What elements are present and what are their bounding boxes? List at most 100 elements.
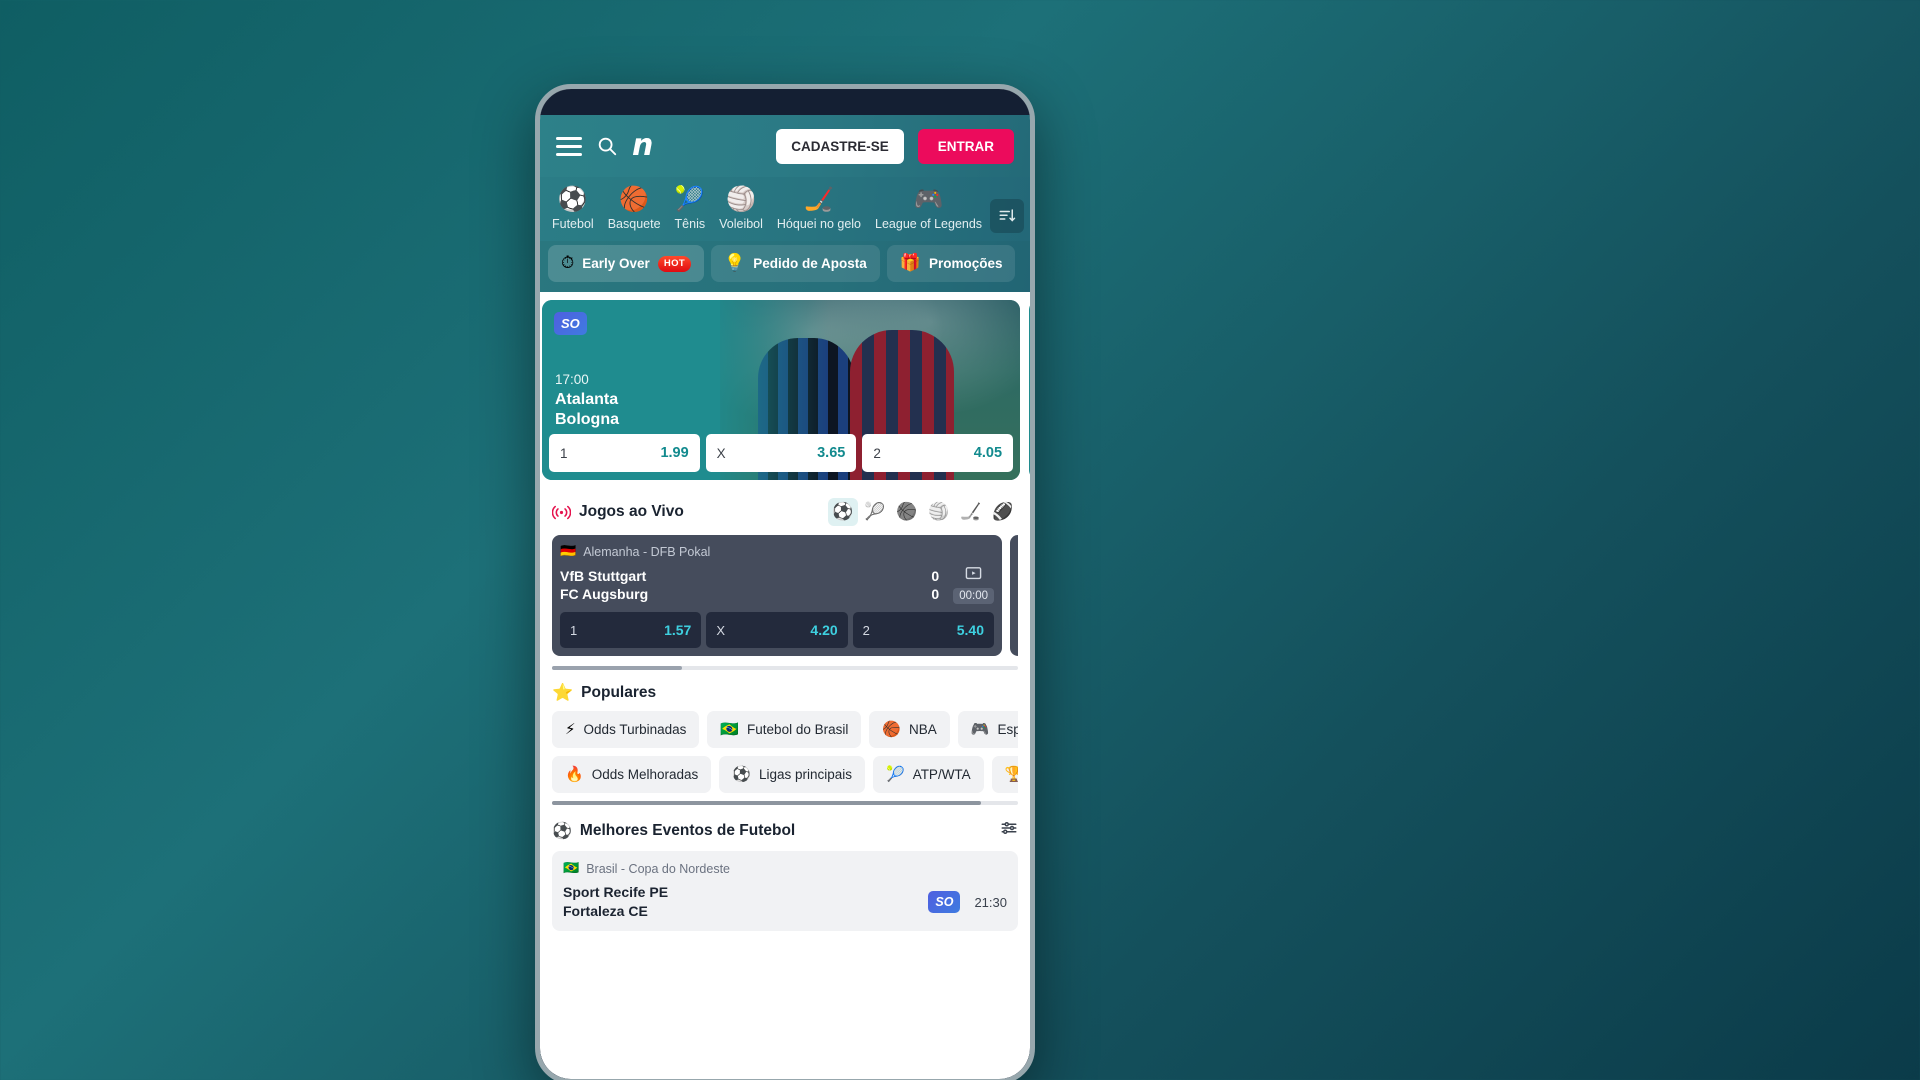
soccer-filter-icon[interactable]: ⚽: [828, 498, 858, 526]
chip-apostas-longo-prazo[interactable]: 🏆 Apostas a longo prazo: [991, 756, 1018, 793]
sport-item-voleibol[interactable]: 🏐 Voleibol: [719, 185, 763, 231]
match-time: 17:00: [555, 372, 589, 387]
phone-screen: n CADASTRE-SE ENTRAR ⚽ Futebol 🏀 Basquet…: [540, 89, 1030, 1079]
sport-item-tenis[interactable]: 🎾 Tênis: [675, 185, 706, 231]
hot-badge: HOT: [657, 255, 692, 272]
sport-item-basquete[interactable]: 🏀 Basquete: [608, 185, 661, 231]
chip-odds-melhoradas[interactable]: 🔥 Odds Melhoradas: [552, 756, 712, 793]
populares-row-1: ⚡ Odds Turbinadas 🇧🇷 Futebol do Brasil 🏀…: [552, 711, 1018, 748]
search-icon[interactable]: [596, 135, 618, 157]
live-section-header: Jogos ao Vivo ⚽ 🎾 🏀 🏐 🏒 🏈: [552, 498, 1018, 526]
live-match-card[interactable]: 🇩🇪 Alemanha - DFB Pokal VfB Stuttgart FC…: [552, 535, 1002, 656]
basketball-filter-icon[interactable]: 🏀: [892, 498, 922, 526]
tennis-ball-icon: 🎾: [674, 185, 705, 213]
home-team-name: Sport Recife PE: [563, 884, 669, 900]
hockey-filter-icon[interactable]: 🏒: [956, 498, 986, 526]
promo-tab-pedido-de-aposta[interactable]: 💡 Pedido de Aposta: [711, 245, 880, 282]
sport-label: Hóquei no gelo: [776, 217, 862, 231]
sport-label: Futebol: [552, 217, 594, 231]
featured-match-card[interactable]: SO 17:00 Atalanta Bologna 1 1.99 X 3.65: [542, 300, 1020, 480]
event-league-row: 🇧🇷 Brasil - Copa do Nordeste: [563, 861, 1007, 876]
volleyball-filter-icon[interactable]: 🏐: [924, 498, 954, 526]
football-filter-icon[interactable]: 🏈: [988, 498, 1018, 526]
sort-icon[interactable]: [990, 199, 1024, 233]
live-match-card-next[interactable]: 🇫🇷 Fr Lille USL 1: [1010, 535, 1018, 656]
chip-label: Odds Turbinadas: [583, 722, 687, 737]
tennis-filter-icon[interactable]: 🎾: [860, 498, 890, 526]
promo-tab-label: Promoções: [928, 256, 1003, 271]
tv-stream-icon[interactable]: [953, 566, 994, 585]
odd-key: 1: [560, 445, 568, 461]
live-carousel-scrollbar[interactable]: [552, 666, 1018, 670]
login-button[interactable]: ENTRAR: [917, 128, 1014, 164]
odd-button-draw[interactable]: X 4.20: [706, 612, 848, 648]
chip-futebol-do-brasil[interactable]: 🇧🇷 Futebol do Brasil: [707, 711, 862, 748]
promo-tab-early-over[interactable]: ⏱ Early Over HOT: [548, 245, 705, 282]
odd-button-away[interactable]: 2 4.05: [862, 434, 1014, 472]
odd-value: 1.99: [660, 445, 689, 461]
odd-button-home[interactable]: 1 1.57: [560, 612, 702, 648]
so-badge: SO: [554, 312, 587, 335]
live-games-section: Jogos ao Vivo ⚽ 🎾 🏀 🏐 🏒 🏈 🇩🇪 Alemanha - …: [540, 490, 1030, 670]
so-badge: SO: [928, 891, 961, 913]
populares-title: Populares: [581, 684, 657, 701]
event-body: Sport Recife PE Fortaleza CE SO 21:30: [563, 883, 1007, 921]
hockey-stick-icon: 🏒: [804, 185, 834, 213]
live-odds-row: 1 1.57 X 4.20 2 5.40: [560, 612, 994, 648]
odd-button-away[interactable]: 2 5.40: [852, 612, 994, 648]
away-team-score: 0: [931, 586, 940, 602]
populares-scrollbar[interactable]: [552, 801, 1018, 805]
populares-header: ⭐ Populares: [552, 684, 1018, 702]
register-button[interactable]: CADASTRE-SE: [776, 128, 904, 164]
sport-item-futebol[interactable]: ⚽ Futebol: [552, 185, 594, 231]
event-time: 21:30: [974, 894, 1007, 910]
sport-label: Tênis: [674, 217, 706, 231]
odd-key: 1: [570, 622, 578, 638]
home-team-name: Atalanta: [555, 391, 619, 408]
sport-item-league-of-legends[interactable]: 🎮 League of Legends: [875, 185, 982, 231]
home-team-name: VfB Stuttgart: [560, 568, 647, 584]
live-broadcast-icon: [552, 505, 571, 519]
promo-tab-promocoes[interactable]: 🎁 Promoções: [886, 245, 1016, 282]
odd-button-draw[interactable]: X 3.65: [705, 434, 857, 472]
phone-device-frame: n CADASTRE-SE ENTRAR ⚽ Futebol 🏀 Basquet…: [535, 84, 1035, 1080]
chip-esports[interactable]: 🎮 Esports: [957, 711, 1018, 748]
lightning-icon: ⚡: [565, 720, 576, 738]
featured-match-card-next[interactable]: [1029, 300, 1030, 480]
live-section-title: Jogos ao Vivo: [579, 503, 684, 520]
scrollbar-thumb[interactable]: [552, 666, 683, 670]
chip-label: Odds Melhoradas: [591, 767, 699, 782]
odd-value: 4.05: [973, 445, 1003, 461]
sports-navigation: ⚽ Futebol 🏀 Basquete 🎾 Tênis 🏐 Voleibol …: [540, 177, 1030, 241]
live-league-name: Alemanha - DFB Pokal: [583, 544, 711, 559]
odd-button-home[interactable]: 1 1.99: [549, 434, 700, 472]
scrollbar-thumb[interactable]: [552, 801, 981, 805]
hamburger-menu-icon[interactable]: [556, 136, 582, 156]
odd-key: 2: [873, 445, 881, 461]
chip-label: Futebol do Brasil: [747, 722, 849, 737]
promo-tab-label: Early Over: [582, 256, 650, 271]
volleyball-icon: 🏐: [726, 185, 756, 213]
status-bar: [540, 89, 1030, 115]
live-scores: 0 0: [931, 567, 939, 603]
odd-key: 2: [862, 622, 870, 638]
brand-logo[interactable]: n: [632, 131, 653, 161]
sport-label: Basquete: [607, 217, 661, 231]
live-match-body: VfB Stuttgart FC Augsburg 0 0 00:00: [560, 566, 994, 604]
odd-value: 5.40: [956, 622, 984, 638]
chip-atp-wta[interactable]: 🎾 ATP/WTA: [873, 756, 984, 793]
chip-odds-turbinadas[interactable]: ⚡ Odds Turbinadas: [552, 711, 700, 748]
live-team-names: VfB Stuttgart FC Augsburg: [560, 567, 931, 603]
live-games-carousel[interactable]: 🇩🇪 Alemanha - DFB Pokal VfB Stuttgart FC…: [552, 535, 1018, 660]
chip-label: Ligas principais: [758, 767, 852, 782]
live-league-row: 🇩🇪 Alemanha - DFB Pokal: [560, 544, 994, 559]
sport-item-hoquei[interactable]: 🏒 Hóquei no gelo: [777, 185, 861, 231]
odd-value: 4.20: [810, 622, 838, 638]
featured-banner-carousel[interactable]: SO 17:00 Atalanta Bologna 1 1.99 X 3.65: [540, 292, 1030, 490]
chip-nba[interactable]: 🏀 NBA: [869, 711, 950, 748]
melhores-eventos-section: ⚽ Melhores Eventos de Futebol 🇧🇷 Brasil …: [540, 805, 1030, 931]
event-card[interactable]: 🇧🇷 Brasil - Copa do Nordeste Sport Recif…: [552, 851, 1018, 931]
live-meta: 00:00: [953, 566, 994, 604]
filter-settings-icon[interactable]: [1000, 819, 1018, 842]
chip-ligas-principais[interactable]: ⚽ Ligas principais: [719, 756, 865, 793]
